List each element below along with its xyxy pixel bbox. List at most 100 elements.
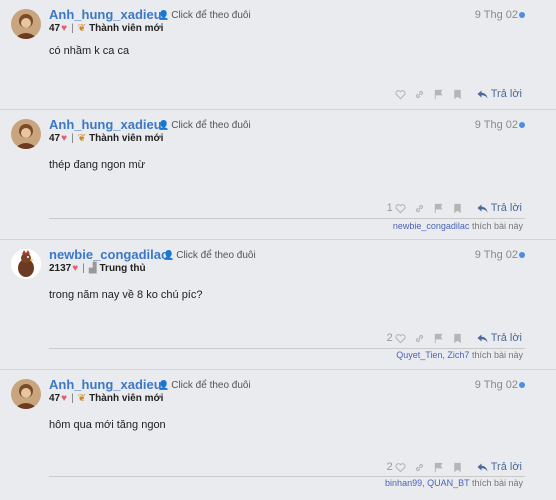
flag-button[interactable] <box>433 461 445 473</box>
reply-button[interactable]: Trả lời <box>477 461 522 473</box>
post-content: thép đang ngon mừ <box>49 159 146 171</box>
post-content: hôm qua mới tăng ngon <box>49 419 166 431</box>
meta-separator: | <box>71 23 74 34</box>
like-count[interactable]: 1 <box>387 202 393 214</box>
follow-button[interactable]: 👤 Click để theo đuôi <box>158 120 251 131</box>
link-icon <box>416 204 424 212</box>
reply-label: Trả lời <box>490 461 522 473</box>
post-date[interactable]: 9 Thg 02 <box>475 379 518 391</box>
like-button[interactable] <box>395 332 407 344</box>
likers-names[interactable]: binhan99, QUAN_BT <box>385 478 469 488</box>
likers-names[interactable]: newbie_congadilac <box>393 221 470 231</box>
unread-indicator <box>519 252 525 258</box>
heart-outline-icon <box>395 89 406 99</box>
likers-line: newbie_congadilac thích bài này <box>393 221 523 231</box>
sprout-icon: ❦ <box>77 393 87 404</box>
flag-icon <box>435 203 443 213</box>
sprout-icon: ❦ <box>77 133 87 144</box>
flag-button[interactable] <box>433 88 445 100</box>
person-plus-icon: 👤 <box>158 380 170 390</box>
post-actions: 1 Trả lời <box>387 200 522 216</box>
flag-button[interactable] <box>433 332 445 344</box>
person-plus-icon: 👤 <box>163 250 175 260</box>
flag-icon <box>435 333 443 343</box>
post-thread: Anh_hung_xadieu 👤 Click để theo đuôi 47♥ |… <box>0 0 556 500</box>
post-date[interactable]: 9 Thg 02 <box>475 9 518 21</box>
bookmark-button[interactable] <box>452 461 464 473</box>
likers-names[interactable]: Quyet_Tien, Zich7 <box>396 350 469 360</box>
medal-icon: ▟ <box>88 263 97 274</box>
follow-button[interactable]: 👤 Click để theo đuôi <box>163 250 256 261</box>
link-button[interactable] <box>414 88 426 100</box>
reply-button[interactable]: Trả lời <box>477 88 522 100</box>
avatar[interactable] <box>11 249 41 279</box>
meta-separator: | <box>82 263 85 274</box>
like-count[interactable]: 2 <box>387 461 393 473</box>
follow-button[interactable]: 👤 Click để theo đuôi <box>158 380 251 391</box>
link-icon <box>416 334 424 342</box>
heart-icon: ♥ <box>72 263 79 274</box>
link-button[interactable] <box>414 461 426 473</box>
follow-label: Click để theo đuôi <box>171 120 251 131</box>
bookmark-icon <box>454 462 461 472</box>
reply-label: Trả lời <box>490 332 522 344</box>
likers-suffix: thích bài này <box>471 350 523 360</box>
post: Anh_hung_xadieu 👤 Click để theo đuôi 47♥ |… <box>0 0 556 110</box>
post: Anh_hung_xadieu 👤 Click để theo đuôi 47♥ |… <box>0 110 556 240</box>
unread-indicator <box>519 382 525 388</box>
username-link[interactable]: Anh_hung_xadieu <box>49 117 162 132</box>
follow-button[interactable]: 👤 Click để theo đuôi <box>158 10 251 21</box>
reply-icon <box>477 90 488 98</box>
sprout-icon: ❦ <box>77 23 87 34</box>
reply-button[interactable]: Trả lời <box>477 332 522 344</box>
post-actions: Trả lời <box>395 86 522 102</box>
user-score: 2137 <box>49 263 72 274</box>
follow-label: Click để theo đuôi <box>171 380 251 391</box>
post-content: có nhầm k ca ca <box>49 45 130 57</box>
user-badge: Thành viên mới <box>89 133 164 144</box>
username-link[interactable]: newbie_congadilac <box>49 247 168 262</box>
like-button[interactable] <box>395 461 407 473</box>
username-link[interactable]: Anh_hung_xadieu <box>49 7 162 22</box>
post-content: trong năm nay về 8 ko chú píc? <box>49 289 203 301</box>
like-count[interactable]: 2 <box>387 332 393 344</box>
meta-separator: | <box>71 393 74 404</box>
flag-icon <box>435 462 443 472</box>
bookmark-button[interactable] <box>452 332 464 344</box>
bookmark-button[interactable] <box>452 202 464 214</box>
post-date[interactable]: 9 Thg 02 <box>475 119 518 131</box>
post-actions: 2 Trả lời <box>387 330 522 346</box>
heart-outline-icon <box>395 333 406 343</box>
follow-label: Click để theo đuôi <box>171 10 251 21</box>
link-button[interactable] <box>414 202 426 214</box>
bookmark-icon <box>454 89 461 99</box>
user-score: 47 <box>49 393 61 404</box>
avatar[interactable] <box>11 119 41 149</box>
likers-line: binhan99, QUAN_BT thích bài này <box>385 478 523 488</box>
reply-icon <box>477 204 488 212</box>
user-badge: Trung thủ <box>99 263 146 274</box>
likers-divider <box>49 348 525 349</box>
link-icon <box>416 463 424 471</box>
bookmark-icon <box>454 333 461 343</box>
post: newbie_congadilac 👤 Click để theo đuôi 21… <box>0 240 556 370</box>
follow-label: Click để theo đuôi <box>176 250 256 261</box>
link-button[interactable] <box>414 332 426 344</box>
bookmark-button[interactable] <box>452 88 464 100</box>
avatar[interactable] <box>11 9 41 39</box>
like-button[interactable] <box>395 88 407 100</box>
username-link[interactable]: Anh_hung_xadieu <box>49 377 162 392</box>
like-button[interactable] <box>395 202 407 214</box>
flag-button[interactable] <box>433 202 445 214</box>
unread-indicator <box>519 122 525 128</box>
bookmark-icon <box>454 203 461 213</box>
person-plus-icon: 👤 <box>158 120 170 130</box>
heart-icon: ♥ <box>61 23 68 34</box>
post-actions: 2 Trả lời <box>387 459 522 475</box>
avatar[interactable] <box>11 379 41 409</box>
post-date[interactable]: 9 Thg 02 <box>475 249 518 261</box>
link-icon <box>416 90 424 98</box>
user-badge: Thành viên mới <box>89 393 164 404</box>
reply-button[interactable]: Trả lời <box>477 202 522 214</box>
user-score: 47 <box>49 23 61 34</box>
